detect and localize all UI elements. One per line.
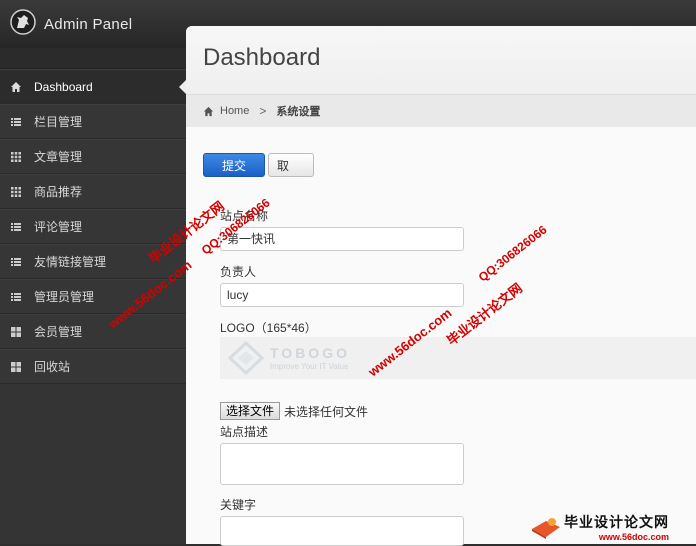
tobogo-logo-icon: [227, 340, 265, 376]
keywords-textarea[interactable]: [220, 516, 464, 546]
sidebar-item-column[interactable]: 栏目管理: [0, 104, 186, 139]
tiles-icon: [10, 361, 22, 373]
main-header: Dashboard: [186, 26, 696, 94]
sidebar-item-label: 回收站: [34, 360, 71, 374]
breadcrumb: Home > 系统设置: [186, 94, 696, 128]
sidebar-item-products[interactable]: 商品推荐: [0, 174, 186, 209]
logo-name: TOBOGO: [270, 345, 350, 361]
list-icon: [10, 116, 22, 128]
sidebar-item-label: 会员管理: [34, 325, 83, 339]
grid-icon: [10, 151, 22, 163]
list-icon: [10, 221, 22, 233]
footer-url: www.56doc.com: [598, 532, 669, 542]
logo-label: LOGO（165*46）: [220, 321, 317, 335]
submit-button[interactable]: 提交: [203, 153, 265, 177]
keywords-label: 关键字: [220, 498, 257, 512]
file-upload: 选择文件 未选择任何文件: [220, 402, 368, 420]
sidebar-item-label: 管理员管理: [34, 290, 95, 304]
horse-logo-icon: [10, 8, 36, 40]
sidebar-item-label: Dashboard: [34, 79, 93, 94]
home-icon: [203, 106, 214, 117]
site-name-input[interactable]: 第一快讯: [220, 227, 464, 251]
sidebar-item-articles[interactable]: 文章管理: [0, 139, 186, 174]
cancel-button[interactable]: 取: [268, 153, 314, 177]
owner-input[interactable]: lucy: [220, 283, 464, 307]
footer-title: 毕业设计论文网: [564, 514, 669, 530]
logo-text-group: TOBOGO Improve Your IT Value: [270, 345, 350, 371]
list-icon: [10, 291, 22, 303]
sidebar-item-members[interactable]: 会员管理: [0, 314, 186, 349]
file-status: 未选择任何文件: [284, 404, 369, 419]
sidebar-item-label: 评论管理: [34, 220, 83, 234]
tiles-icon: [10, 326, 22, 338]
settings-form: 提交取 站点名称 第一快讯 负责人 lucy LOGO（165*46） TOBO…: [186, 127, 696, 546]
sidebar-item-label: 友情链接管理: [34, 255, 107, 269]
sidebar-item-dashboard[interactable]: Dashboard: [0, 69, 186, 104]
breadcrumb-current: 系统设置: [276, 106, 321, 118]
choose-file-button[interactable]: 选择文件: [220, 402, 281, 420]
sidebar-item-recycle[interactable]: 回收站: [0, 349, 186, 384]
book-logo-icon: [532, 518, 560, 539]
app-title: Admin Panel: [44, 15, 133, 33]
grid-icon: [10, 186, 22, 198]
description-textarea[interactable]: [220, 443, 464, 485]
page-title: Dashboard: [203, 44, 321, 71]
sidebar-header: [0, 48, 186, 69]
owner-label: 负责人: [220, 265, 257, 279]
list-icon: [10, 256, 22, 268]
footer-text: 毕业设计论文网 www.56doc.com: [564, 512, 669, 542]
description-label: 站点描述: [220, 425, 269, 439]
brand[interactable]: Admin Panel: [10, 8, 133, 40]
footer-watermark: 毕业设计论文网 www.56doc.com: [530, 510, 696, 544]
sidebar-item-label: 栏目管理: [34, 115, 83, 129]
breadcrumb-home-link[interactable]: Home: [220, 105, 249, 117]
form-actions: 提交取: [203, 153, 314, 177]
sidebar-item-comments[interactable]: 评论管理: [0, 209, 186, 244]
logo-tagline: Improve Your IT Value: [270, 362, 349, 371]
sidebar-item-label: 文章管理: [34, 150, 83, 164]
home-icon: [10, 81, 22, 93]
breadcrumb-separator: >: [259, 104, 267, 118]
sidebar-item-label: 商品推荐: [34, 185, 83, 199]
main-panel: Dashboard Home > 系统设置 提交取 站点名称 第一快讯 负责人 …: [186, 26, 696, 546]
